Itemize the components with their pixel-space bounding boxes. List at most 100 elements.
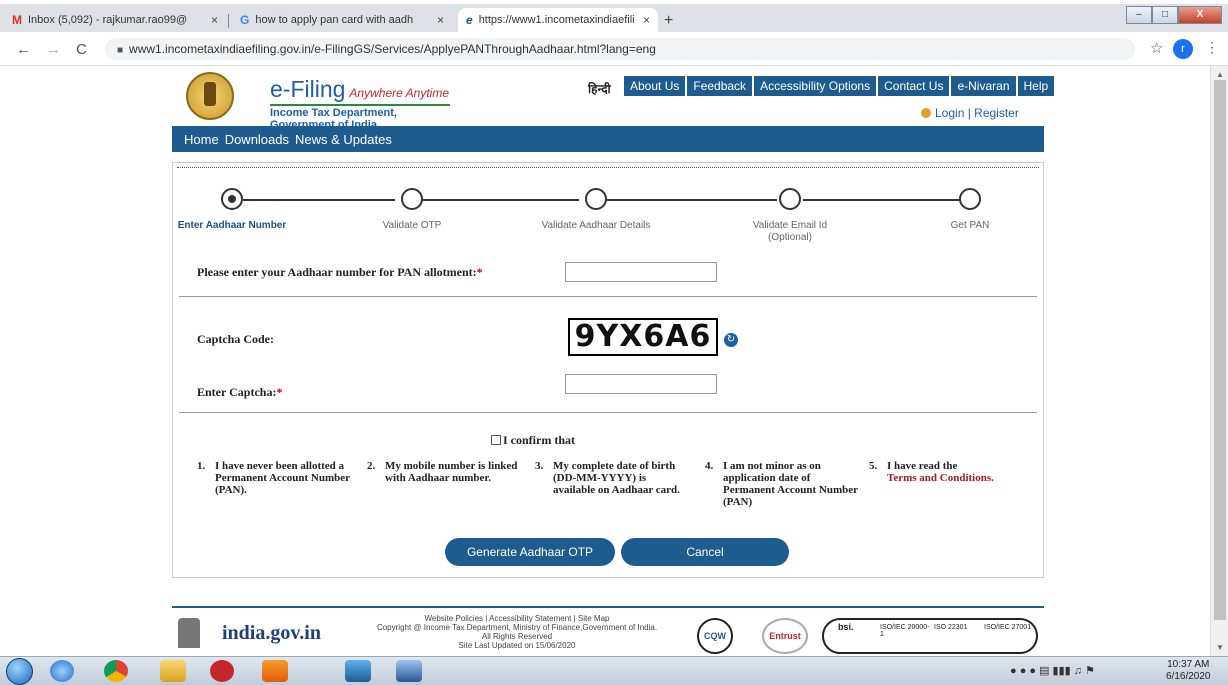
login-text: Login | Register [935, 106, 1019, 120]
nav-e-nivaran[interactable]: e-Nivaran [951, 76, 1016, 96]
media-player-icon[interactable] [345, 660, 371, 682]
google-icon: G [240, 13, 250, 27]
condition-line: (DD-MM-YYYY) is [553, 472, 647, 484]
terms-and-conditions-link[interactable]: Terms and Conditions. [887, 472, 994, 484]
condition-text: I have never been allotted a Permanent A… [215, 460, 350, 496]
confirm-checkbox[interactable] [491, 435, 501, 445]
nav-about-us[interactable]: About Us [624, 76, 686, 96]
enter-captcha-label: Enter Captcha:* [197, 385, 282, 400]
nav-downloads[interactable]: Downloads [225, 132, 289, 147]
brand-name: e-Filing [270, 76, 346, 102]
aadhaar-label-text: Please enter your Aadhaar number for PAN… [197, 265, 477, 279]
scroll-up-icon[interactable]: ▲ [1216, 70, 1224, 79]
window-close-button[interactable]: X [1178, 6, 1222, 24]
footer-last-updated: Site Last Updated on 15/06/2020 [458, 641, 576, 650]
footer-copyright: Copyright @ Income Tax Department, Minis… [376, 623, 658, 632]
enter-captcha-text: Enter Captcha: [197, 385, 277, 399]
address-bar-row: ← → C ■ www1.incometaxindiaefiling.gov.in… [0, 32, 1228, 66]
generate-aadhaar-otp-button[interactable]: Generate Aadhaar OTP [445, 538, 615, 566]
captcha-image: 9YX6A6 [568, 318, 718, 356]
dotted-divider [177, 167, 1039, 168]
condition-line: My complete date of birth [553, 460, 676, 472]
bsi-iso-badge: bsi. ISO/IEC 20000-1 ISO 22301 ISO/IEC 2… [822, 618, 1038, 654]
tab-gmail[interactable]: M Inbox (5,092) - rajkumar.rao99@ × [4, 8, 226, 32]
reload-icon[interactable]: C [76, 41, 87, 58]
top-nav: About Us Feedback Accessibility Options … [622, 76, 1055, 96]
file-explorer-icon[interactable] [160, 660, 186, 682]
step-5-indicator [959, 188, 981, 210]
start-button[interactable] [6, 658, 33, 685]
india-gov-link[interactable]: india.gov.in [222, 622, 321, 645]
tray-icons[interactable]: ● ● ● ▤ ▮▮▮ ♫ ⚑ [1010, 665, 1095, 677]
main-nav: Home Downloads News & Updates [172, 126, 1044, 152]
page-scrollbar[interactable]: ▲ ▼ [1210, 66, 1228, 656]
tab-separator [228, 14, 229, 28]
condition-number: 2. [367, 460, 376, 472]
gmail-icon: M [12, 13, 22, 27]
hindi-link[interactable]: हिन्दी [588, 80, 611, 97]
cqw-badge: CQW [697, 618, 733, 654]
scroll-thumb[interactable] [1214, 80, 1226, 620]
nav-contact-us[interactable]: Contact Us [878, 76, 950, 96]
brand-title[interactable]: e-Filing Anywhere Anytime [270, 76, 449, 103]
condition-number: 3. [535, 460, 544, 472]
profile-avatar[interactable]: r [1173, 39, 1193, 59]
browser-menu-icon[interactable]: ⋮ [1205, 39, 1219, 56]
back-icon[interactable]: ← [16, 41, 31, 58]
chrome-icon[interactable] [104, 660, 128, 682]
windows-taskbar: ● ● ● ▤ ▮▮▮ ♫ ⚑ 10:37 AM 6/16/2020 [0, 656, 1228, 685]
footer-text: Website Policies | Accessibility Stateme… [337, 614, 697, 650]
condition-line: I have read the [887, 460, 958, 472]
refresh-captcha-icon[interactable]: ↻ [724, 333, 738, 347]
step-1-indicator [221, 188, 243, 210]
close-icon[interactable]: × [205, 13, 218, 27]
confirm-label: I confirm that [503, 433, 575, 447]
footer-rights: All Rights Reserved [481, 632, 553, 641]
tab-google[interactable]: G how to apply pan card with aadh × [232, 8, 452, 32]
captcha-input[interactable] [565, 374, 717, 394]
nav-home[interactable]: Home [184, 132, 219, 147]
brand-tagline: Anywhere Anytime [349, 86, 450, 100]
close-icon[interactable]: × [637, 13, 650, 27]
step-2-label: Validate OTP [382, 220, 442, 231]
emblem-logo [186, 72, 234, 120]
user-icon [921, 108, 931, 118]
tab-incometax[interactable]: e https://www1.incometaxindiaefili × [458, 8, 658, 32]
step-connector [803, 199, 961, 201]
maximize-button[interactable]: □ [1152, 6, 1178, 24]
media-app-icon[interactable] [210, 660, 234, 682]
bookmark-star-icon[interactable]: ☆ [1150, 39, 1163, 57]
cancel-button[interactable]: Cancel [621, 538, 789, 566]
step-4-label: Validate Email Id (Optional) [752, 220, 828, 243]
scroll-down-icon[interactable]: ▼ [1216, 643, 1224, 652]
login-register-link[interactable]: Login | Register [921, 106, 1019, 120]
browser-tab-bar: M Inbox (5,092) - rajkumar.rao99@ × G ho… [0, 4, 1228, 32]
word-icon[interactable] [396, 660, 422, 682]
condition-line: I have never been allotted a [215, 460, 345, 472]
forward-icon[interactable]: → [46, 41, 61, 58]
step-connector [243, 199, 395, 201]
step-connector [423, 199, 579, 201]
internet-explorer-icon[interactable] [50, 660, 74, 682]
minimize-button[interactable]: – [1126, 6, 1152, 24]
nav-help[interactable]: Help [1017, 76, 1055, 96]
aadhaar-number-input[interactable] [565, 262, 717, 282]
required-mark: * [276, 385, 283, 399]
nav-accessibility-options[interactable]: Accessibility Options [754, 76, 877, 96]
confirm-checkbox-row[interactable]: I confirm that [491, 433, 575, 448]
step-2-indicator [401, 188, 423, 210]
footer-links[interactable]: Website Policies | Accessibility Stateme… [337, 614, 697, 623]
nav-feedback[interactable]: Feedback [687, 76, 753, 96]
step-1-label: Enter Aadhaar Number [177, 220, 287, 231]
condition-line: (PAN). [215, 484, 247, 496]
new-tab-button[interactable]: + [664, 12, 673, 30]
lock-icon: ■ [117, 45, 124, 56]
taskbar-clock[interactable]: 10:37 AM 6/16/2020 [1166, 659, 1211, 683]
tab-title: Inbox (5,092) - rajkumar.rao99@ [28, 14, 188, 26]
entrust-badge: Entrust [762, 618, 808, 654]
vlc-icon[interactable] [262, 660, 288, 682]
nav-news-updates[interactable]: News & Updates [295, 132, 392, 147]
close-icon[interactable]: × [431, 13, 444, 27]
url-bar[interactable]: ■ www1.incometaxindiaefiling.gov.in/e-Fil… [105, 38, 1135, 60]
divider [179, 412, 1037, 413]
